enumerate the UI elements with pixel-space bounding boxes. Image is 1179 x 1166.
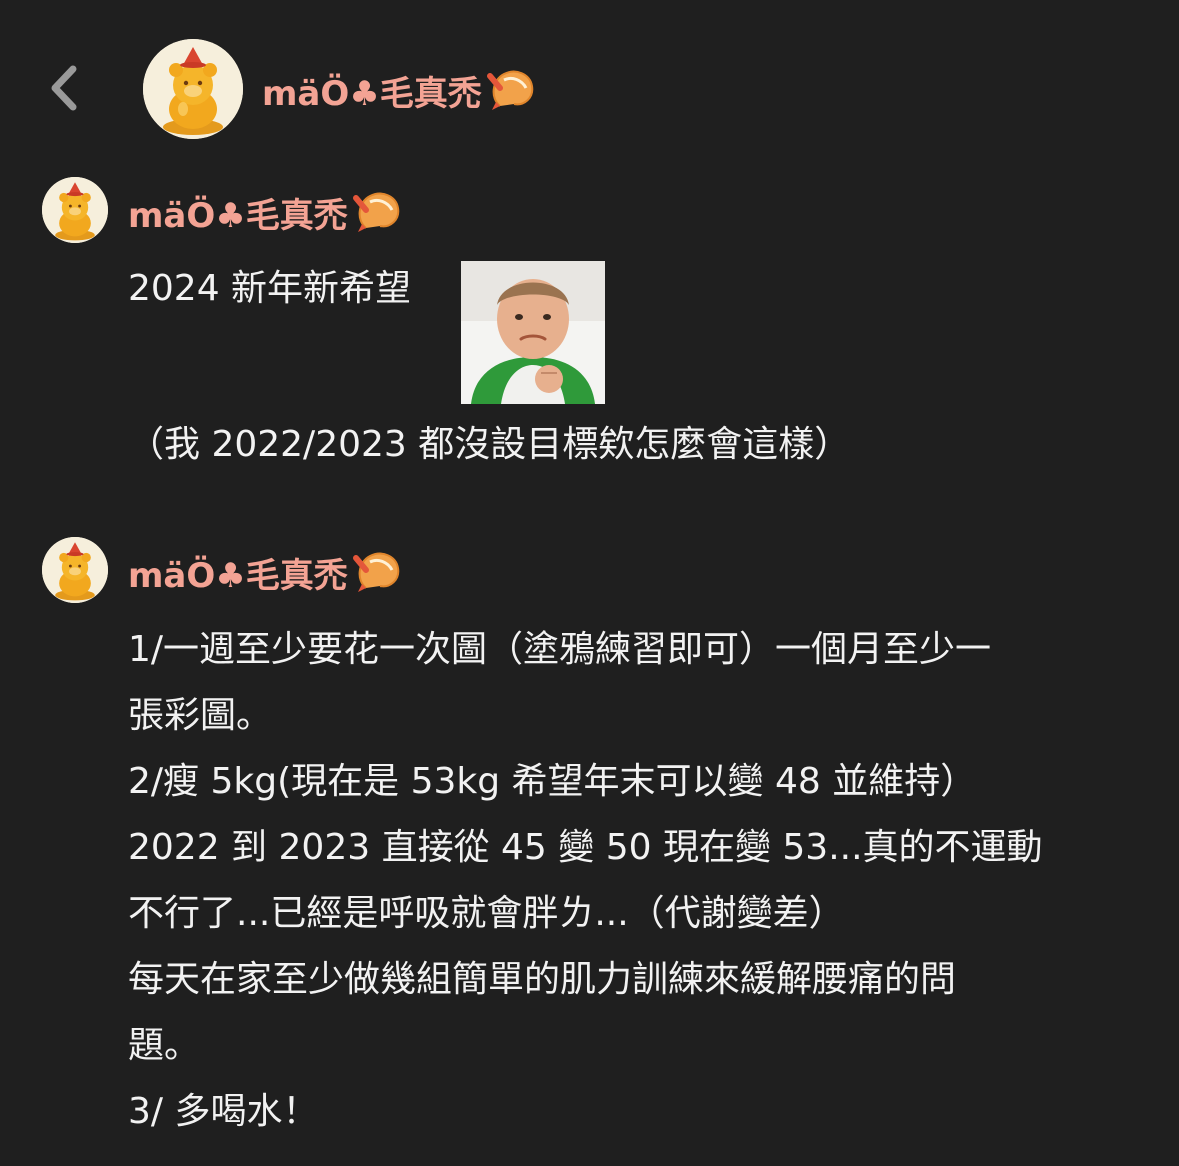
header-user-name[interactable]: mäÖ♣毛真禿 [262, 64, 538, 116]
post-avatar[interactable] [42, 177, 108, 243]
post-text-line: 2/瘦 5kg(現在是 53kg 希望年末可以變 48 並維持） [128, 761, 977, 802]
post-text-line: 不行了...已經是呼吸就會胖ㄌ...（代謝變差） [128, 893, 845, 934]
baby-sticker-icon [461, 261, 605, 404]
avatar[interactable] [143, 39, 243, 139]
bear-avatar-icon [143, 39, 243, 139]
shrimp-emoji-icon [352, 552, 399, 592]
post-text-line: 2024 新年新希望 [128, 268, 412, 309]
post-text-line: （我 2022/2023 都沒設目標欸怎麼會這樣） [128, 424, 851, 465]
post-text-line: 張彩圖。 [128, 695, 273, 736]
post-text-line: 2022 到 2023 直接從 45 變 50 現在變 53...真的不運動 [128, 827, 1043, 868]
post-avatar[interactable] [42, 537, 108, 603]
success-kid-sticker[interactable] [461, 261, 605, 404]
post-user-name[interactable]: mäÖ♣毛真禿 [128, 548, 404, 596]
post-text-line: 1/一週至少要花一次圖（塗鴉練習即可）一個月至少一 [128, 629, 992, 670]
post-text-line: 每天在家至少做幾組簡單的肌力訓練來緩解腰痛的問 [128, 959, 957, 1000]
post-user-name-text: mäÖ♣毛真禿 [128, 195, 348, 236]
post-text-line: 3/ 多喝水！ [128, 1091, 319, 1132]
shrimp-emoji-icon [352, 192, 399, 232]
thread-view: mäÖ♣毛真禿 mäÖ♣毛真禿 2024 新年新希望 （我 2022/2023 … [0, 0, 1179, 1166]
bear-avatar-icon [42, 537, 108, 603]
post-user-name-text: mäÖ♣毛真禿 [128, 555, 348, 596]
header-user-name-text: mäÖ♣毛真禿 [262, 73, 482, 114]
bear-avatar-icon [42, 177, 108, 243]
shrimp-emoji-icon [486, 70, 533, 110]
chevron-left-icon [51, 65, 77, 111]
back-button[interactable] [40, 58, 88, 118]
post-text-line: 題。 [128, 1025, 201, 1066]
post-user-name[interactable]: mäÖ♣毛真禿 [128, 188, 404, 236]
